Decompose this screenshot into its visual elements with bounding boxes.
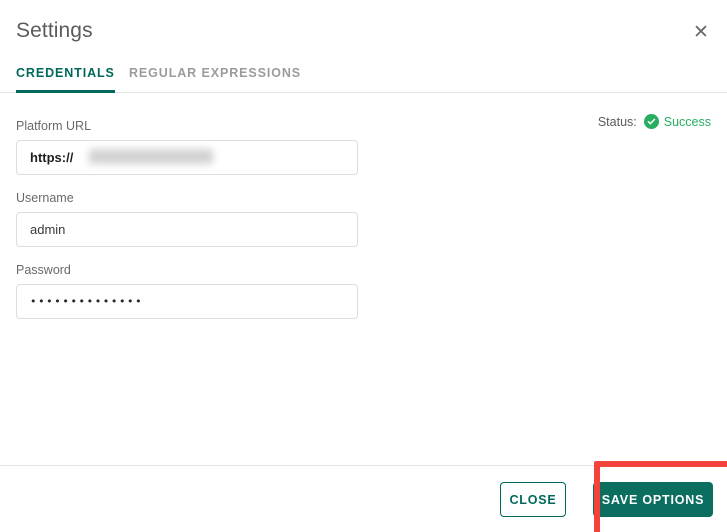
tab-regular-expressions[interactable]: REGULAR EXPRESSIONS	[129, 66, 301, 90]
platform-url-input-wrap: https://	[16, 140, 358, 175]
dialog-footer: CLOSE SAVE OPTIONS	[0, 465, 727, 532]
save-options-button[interactable]: SAVE OPTIONS	[593, 482, 713, 517]
close-button[interactable]: CLOSE	[500, 482, 566, 517]
settings-dialog: Settings ✕ CREDENTIALS REGULAR EXPRESSIO…	[0, 0, 727, 532]
check-circle-icon	[643, 114, 659, 129]
field-platform-url: Platform URL https://	[16, 119, 358, 175]
status-label: Status:	[597, 114, 637, 129]
status-badge: Status: Success	[598, 114, 711, 129]
status-value: Success	[663, 114, 711, 129]
password-input[interactable]	[16, 284, 358, 319]
password-label: Password	[16, 263, 71, 277]
username-label: Username	[16, 191, 74, 205]
platform-url-input[interactable]	[16, 140, 358, 175]
dialog-header: Settings ✕	[0, 0, 727, 62]
tab-credentials[interactable]: CREDENTIALS	[16, 66, 115, 93]
tab-bar: CREDENTIALS REGULAR EXPRESSIONS	[0, 62, 727, 93]
field-username: Username	[16, 191, 358, 247]
page-title: Settings	[16, 19, 93, 42]
field-password: Password ••••••••••••••	[16, 263, 358, 319]
dialog-body: Status: Success Platform URL https:// Us…	[0, 93, 727, 465]
close-icon[interactable]: ✕	[689, 20, 713, 44]
platform-url-label: Platform URL	[16, 119, 92, 133]
username-input[interactable]	[16, 212, 358, 247]
password-input-wrap: ••••••••••••••	[16, 284, 358, 319]
